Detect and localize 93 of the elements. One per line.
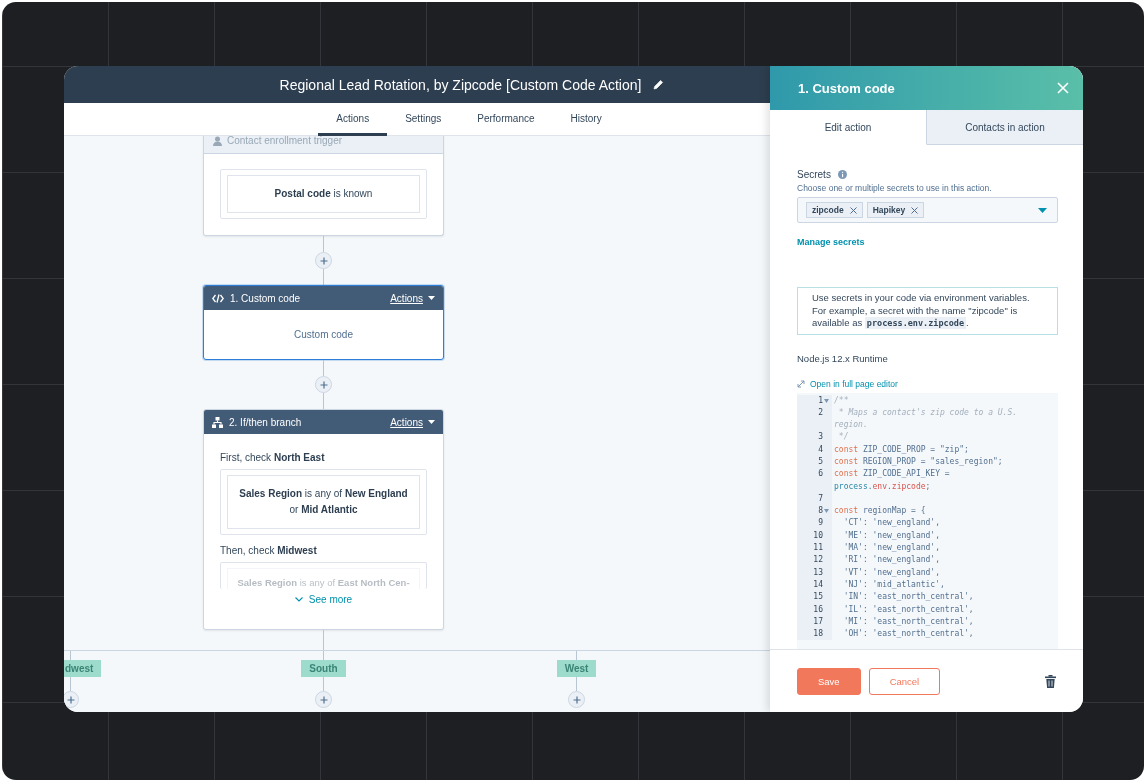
panel-title: 1. Custom code bbox=[798, 80, 896, 96]
code-line: const ZIP_CODE_API_KEY = process.env.zipcode; bbox=[833, 468, 951, 493]
line-number: 2 bbox=[818, 406, 823, 419]
workflow-tab[interactable]: Settings bbox=[387, 103, 460, 136]
see-more-link[interactable]: See more bbox=[294, 594, 353, 605]
edit-button[interactable] bbox=[653, 79, 665, 90]
code-line: const ZIP_CODE_PROP = "zip"; bbox=[833, 443, 970, 456]
code-line: 'MI': 'east_north_central', bbox=[842, 615, 975, 628]
close-icon bbox=[911, 206, 919, 214]
code-line: 'CT': 'new_england', bbox=[842, 517, 941, 530]
remove-tag-button[interactable] bbox=[911, 206, 919, 214]
line-number: 8 bbox=[818, 505, 823, 518]
code-line: */ bbox=[837, 431, 850, 444]
line-number: 12 bbox=[813, 554, 823, 567]
chevron-down-icon bbox=[294, 597, 303, 602]
line-number: 10 bbox=[813, 529, 823, 542]
tag-label: zipcode bbox=[812, 205, 844, 215]
plus-icon bbox=[319, 695, 328, 704]
branch-label: South bbox=[301, 660, 346, 677]
line-number: 1 bbox=[818, 394, 823, 407]
line-number: 11 bbox=[813, 542, 823, 555]
trigger-label: Contact enrollment trigger bbox=[227, 136, 343, 146]
person-icon bbox=[213, 136, 222, 146]
secrets-select[interactable]: zipcode Hapikey bbox=[797, 197, 1058, 223]
actions-menu[interactable]: Actions bbox=[390, 292, 435, 304]
runtime-label: Node.js 12.x Runtime bbox=[797, 352, 889, 364]
condition-text: Postal code is known bbox=[227, 175, 420, 213]
code-line: const regionMap = { bbox=[833, 505, 927, 518]
code-line: 'VT': 'new_england', bbox=[842, 566, 941, 579]
plus-icon bbox=[572, 695, 581, 704]
workflow-tab[interactable]: History bbox=[552, 103, 620, 136]
branch-check-label: First, check North East bbox=[220, 452, 326, 463]
line-number: 5 bbox=[818, 456, 823, 468]
code-line: /** bbox=[833, 394, 850, 407]
branch-icon bbox=[212, 416, 223, 428]
field-label: Secrets bbox=[797, 169, 831, 180]
plus-icon bbox=[319, 380, 328, 389]
add-step-button[interactable] bbox=[64, 691, 79, 708]
field-hint: Choose one or multiple secrets to use in this action. bbox=[797, 183, 993, 193]
code-line: const REGION_PROP = "sales_region"; bbox=[833, 456, 1004, 468]
workflow-title: Regional Lead Rotation, by Zipcode [Custom Code Action] bbox=[279, 76, 642, 93]
branch-label: dwest bbox=[64, 660, 102, 677]
code-line: 'IN': 'east_north_central', bbox=[842, 591, 975, 604]
line-number: 18 bbox=[813, 628, 823, 641]
delete-button[interactable] bbox=[1045, 674, 1056, 688]
close-icon bbox=[1057, 82, 1069, 94]
trigger-card[interactable]: Contact enrollment trigger Postal code is known bbox=[203, 136, 444, 236]
caret-icon bbox=[428, 420, 435, 424]
code-line: 'OH': 'east_north_central', bbox=[842, 628, 975, 641]
action-title: 1. Custom code bbox=[230, 292, 302, 304]
line-number: 14 bbox=[813, 578, 823, 591]
code-line: 'ME': 'new_england', bbox=[842, 529, 941, 542]
line-number: 3 bbox=[818, 431, 823, 444]
info-text: Use secrets in your code via environment variables. For example, a secret with the name "zipcode" is available as process.env.zipcode . bbox=[812, 292, 1031, 330]
line-number: 15 bbox=[813, 591, 823, 604]
tag-label: Hapikey bbox=[872, 205, 906, 215]
pencil-icon bbox=[653, 79, 665, 90]
trash-icon bbox=[1045, 674, 1056, 688]
code-icon bbox=[212, 293, 224, 303]
action-description: Custom code bbox=[293, 328, 354, 342]
close-icon bbox=[849, 206, 857, 214]
condition-text: Sales Region is any of New England or Mid Atlantic bbox=[227, 475, 420, 529]
code-editor[interactable] bbox=[797, 392, 1058, 649]
line-number: 4 bbox=[818, 443, 823, 456]
panel-tab[interactable]: Edit action bbox=[770, 110, 927, 145]
line-number: 16 bbox=[813, 603, 823, 616]
line-number: 17 bbox=[813, 615, 823, 628]
plus-icon bbox=[66, 695, 75, 704]
open-editor-link[interactable]: Open in full page editor bbox=[797, 378, 898, 389]
close-button[interactable] bbox=[1057, 82, 1069, 94]
action-title: 2. If/then branch bbox=[229, 416, 303, 428]
line-number: 13 bbox=[813, 566, 823, 579]
line-number: 7 bbox=[818, 492, 823, 505]
manage-secrets-link[interactable]: Manage secrets bbox=[797, 237, 865, 247]
branch-label: West bbox=[556, 660, 597, 677]
action-card[interactable]: 1. Custom code Actions Custom code bbox=[203, 285, 444, 360]
line-number: 6 bbox=[818, 468, 823, 481]
actions-menu[interactable]: Actions bbox=[390, 416, 435, 428]
code-line: 'NJ': 'mid_atlantic', bbox=[842, 578, 946, 591]
info-icon bbox=[837, 170, 847, 179]
dropdown-caret-icon bbox=[1038, 207, 1047, 213]
code-line: 'RI': 'new_england', bbox=[842, 554, 941, 567]
plus-icon bbox=[319, 256, 328, 265]
line-number: 9 bbox=[818, 517, 823, 530]
code-line: * Maps a contact's zip code to a U.S. region. bbox=[833, 406, 1019, 432]
caret-icon bbox=[428, 296, 435, 300]
panel-tab[interactable]: Contacts in action bbox=[927, 110, 1083, 145]
code-line: 'IL': 'east_north_central', bbox=[842, 603, 975, 616]
expand-icon bbox=[797, 379, 805, 388]
remove-tag-button[interactable] bbox=[849, 206, 857, 214]
code-line: 'MA': 'new_england', bbox=[842, 542, 941, 555]
workflow-tab[interactable]: Performance bbox=[459, 103, 553, 136]
branch-check-label: Then, check Midwest bbox=[220, 545, 318, 556]
